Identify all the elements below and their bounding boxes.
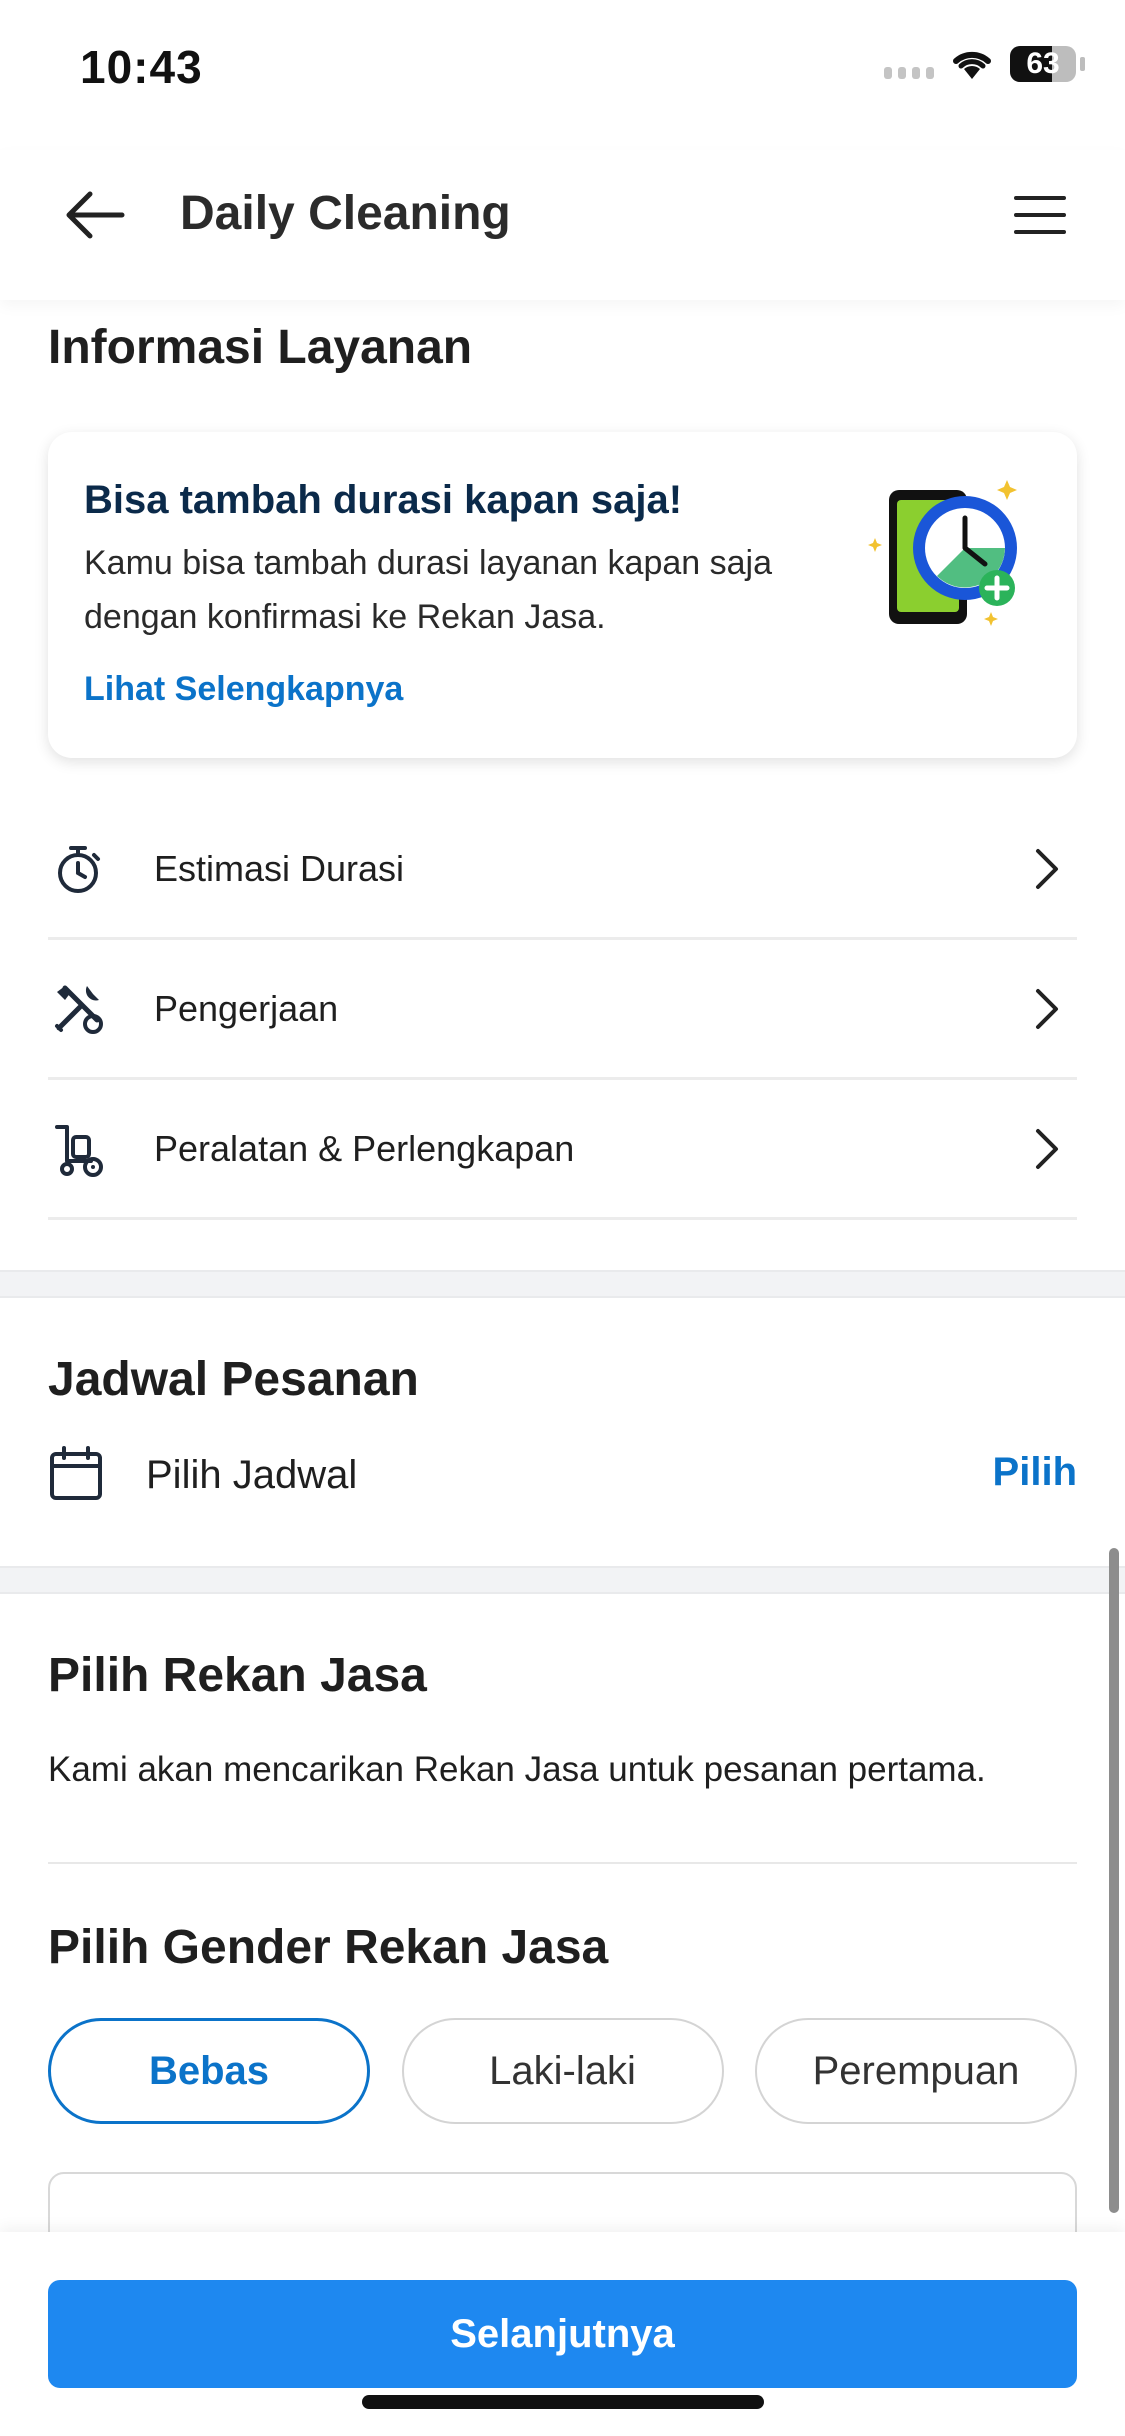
gender-option-male[interactable]: Laki-laki	[401, 2018, 724, 2124]
gender-title: Pilih Gender Rekan Jasa	[48, 1921, 609, 1974]
service-info-title: Informasi Layanan	[48, 321, 473, 374]
cellular-signal-icon	[884, 49, 934, 79]
arrow-left-icon	[66, 191, 125, 239]
menu-button[interactable]	[1005, 180, 1075, 250]
partner-title: Pilih Rekan Jasa	[48, 1649, 427, 1702]
calendar-icon	[48, 1444, 104, 1507]
battery-percent: 63	[1026, 47, 1060, 80]
promo-card[interactable]: Bisa tambah durasi kapan saja! Kamu bisa…	[48, 432, 1077, 758]
section-divider	[0, 1566, 1125, 1594]
schedule-title: Jadwal Pesanan	[48, 1353, 419, 1406]
stopwatch-icon	[48, 839, 108, 899]
status-bar: 10:43 63	[0, 0, 1125, 140]
app-header: Daily Cleaning	[0, 150, 1125, 300]
back-button[interactable]	[60, 180, 130, 250]
tools-icon	[48, 979, 108, 1039]
home-indicator	[362, 2395, 764, 2409]
item-label: Estimasi Durasi	[154, 847, 405, 889]
next-button[interactable]: Selanjutnya	[48, 2280, 1077, 2388]
gender-option-any[interactable]: Bebas	[48, 2018, 370, 2124]
hamburger-menu-icon	[1014, 196, 1066, 234]
section-divider	[0, 1270, 1125, 1298]
partner-description: Kami akan mencarikan Rekan Jasa untuk pe…	[48, 1750, 986, 1789]
list-item-work-process[interactable]: Pengerjaan	[48, 940, 1077, 1080]
chevron-right-icon	[1027, 844, 1067, 894]
gender-options: Bebas Laki-laki Perempuan	[48, 2018, 1077, 2124]
status-indicators: 63	[884, 46, 1085, 82]
divider	[48, 1862, 1077, 1864]
duration-clock-illustration-icon	[868, 480, 1017, 626]
chevron-right-icon	[1027, 984, 1067, 1034]
battery-icon: 63	[1010, 46, 1076, 82]
item-label: Pengerjaan	[154, 987, 339, 1029]
promo-title: Bisa tambah durasi kapan saja!	[84, 478, 683, 522]
list-item-equipment[interactable]: Peralatan & Perlengkapan	[48, 1080, 1077, 1220]
schedule-row[interactable]: Pilih Jadwal Pilih	[48, 1440, 1077, 1510]
service-info-list: Estimasi Durasi Pengerjaan Peralatan & P…	[48, 800, 1077, 1220]
gender-option-female[interactable]: Perempuan	[755, 2018, 1077, 2124]
list-item-estimated-duration[interactable]: Estimasi Durasi	[48, 800, 1077, 940]
item-label: Peralatan & Perlengkapan	[154, 1127, 575, 1169]
scrollbar[interactable]	[1109, 1548, 1119, 2213]
equipment-cart-icon	[48, 1119, 108, 1179]
see-more-link[interactable]: Lihat Selengkapnya	[84, 670, 403, 709]
status-time: 10:43	[80, 41, 203, 93]
page-title: Daily Cleaning	[180, 187, 511, 240]
promo-description: Kamu bisa tambah durasi layanan kapan sa…	[84, 544, 772, 636]
schedule-label: Pilih Jadwal	[146, 1452, 358, 1497]
wifi-icon	[953, 51, 991, 79]
chevron-right-icon	[1027, 1124, 1067, 1174]
battery-tip	[1080, 57, 1085, 71]
pick-schedule-button[interactable]: Pilih	[993, 1450, 1077, 1495]
